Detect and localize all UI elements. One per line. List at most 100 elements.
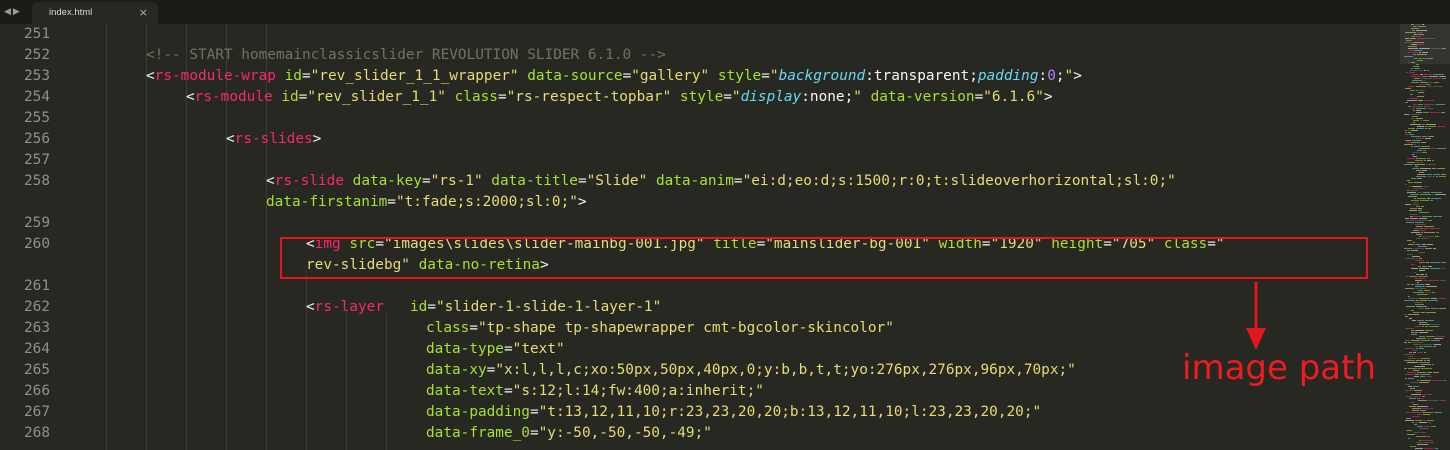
minimap-line — [1413, 122, 1415, 123]
minimap-line — [1432, 380, 1443, 381]
minimap-line — [1410, 190, 1418, 191]
minimap-line — [1428, 126, 1436, 127]
minimap-line — [1426, 286, 1437, 287]
minimap-line — [1408, 52, 1410, 53]
code-token: = — [622, 68, 632, 84]
code-token: ; — [1055, 68, 1065, 84]
minimap-line — [1407, 240, 1412, 241]
minimap-line — [1414, 216, 1421, 217]
code-token: < — [186, 89, 195, 105]
close-icon[interactable]: × — [139, 6, 148, 19]
minimap-line — [1411, 136, 1421, 137]
code-token: = — [733, 173, 743, 189]
minimap-line — [1410, 38, 1416, 39]
code-token: 0 — [1047, 68, 1056, 84]
minimap-line — [1419, 48, 1430, 49]
minimap-line — [1409, 98, 1418, 99]
minimap-line — [1408, 378, 1414, 379]
code-token: data-anim — [655, 173, 734, 189]
code-token: = — [503, 341, 513, 357]
minimap-line — [1421, 232, 1423, 233]
code-token: : — [1038, 68, 1048, 84]
minimap-line — [1414, 34, 1417, 35]
minimap-line — [1419, 90, 1425, 91]
line-number: 264 — [24, 341, 50, 357]
minimap-line — [1423, 420, 1426, 421]
minimap-line — [1433, 174, 1440, 175]
minimap-line — [1413, 152, 1418, 153]
minimap-line — [1427, 160, 1431, 161]
code-token: data-text — [426, 383, 504, 399]
minimap-line — [1407, 434, 1415, 435]
minimap-line — [1404, 300, 1415, 301]
minimap-line — [1417, 126, 1424, 127]
minimap-line — [1422, 136, 1427, 137]
code-token: < — [266, 173, 275, 189]
minimap-line — [1426, 262, 1429, 263]
minimap-line — [1416, 338, 1426, 339]
minimap-line — [1413, 292, 1424, 293]
code-line: data-type="text" — [426, 339, 565, 360]
line-number: 261 — [24, 278, 50, 294]
code-token: padding — [977, 68, 1039, 84]
minimap-line — [1416, 442, 1422, 443]
code-token: = — [421, 173, 431, 189]
line-number: 262 — [24, 299, 50, 315]
minimap-line — [1407, 162, 1415, 163]
code-token: "t:fade;s:2000;sl:0;" — [395, 194, 578, 210]
minimap-line — [1415, 166, 1418, 167]
minimap-line — [1414, 366, 1425, 367]
minimap-line — [1423, 280, 1427, 281]
minimap-line — [1426, 336, 1435, 337]
minimap-line — [1433, 216, 1442, 217]
minimap[interactable] — [1400, 24, 1450, 450]
minimap-line — [1409, 276, 1417, 277]
code-token: rs-slide — [274, 173, 344, 189]
tab-index-html[interactable]: index.html × — [32, 2, 158, 24]
minimap-line — [1414, 424, 1417, 425]
code-token: > — [1043, 89, 1053, 105]
minimap-line — [1405, 102, 1408, 103]
minimap-line — [1427, 372, 1432, 373]
code-token: style — [717, 68, 762, 84]
minimap-line — [1416, 436, 1427, 437]
minimap-line — [1423, 442, 1434, 443]
minimap-line — [1417, 352, 1423, 353]
code-token: : — [801, 89, 810, 105]
minimap-line — [1431, 48, 1440, 49]
minimap-line — [1416, 300, 1419, 301]
minimap-line — [1409, 398, 1416, 399]
minimap-line — [1440, 400, 1446, 401]
minimap-line — [1423, 112, 1429, 113]
minimap-line — [1423, 414, 1430, 415]
minimap-line — [1422, 152, 1427, 153]
minimap-line — [1414, 278, 1425, 279]
minimap-line — [1424, 70, 1426, 71]
minimap-line — [1413, 156, 1417, 157]
minimap-line — [1428, 280, 1439, 281]
minimap-line — [1431, 298, 1437, 299]
previous-tab-icon[interactable]: ◀ — [4, 7, 11, 17]
minimap-line — [1411, 310, 1414, 311]
minimap-line — [1424, 290, 1430, 291]
minimap-line — [1412, 36, 1415, 37]
minimap-line — [1421, 312, 1425, 313]
minimap-line — [1408, 196, 1417, 197]
minimap-line — [1430, 408, 1433, 409]
minimap-line — [1405, 390, 1413, 391]
code-token: " — [853, 89, 862, 105]
minimap-line — [1422, 408, 1429, 409]
minimap-line — [1404, 248, 1412, 249]
code-line: <rs-slide data-key="rs-1" data-title="Sl… — [266, 171, 1176, 192]
minimap-line — [1419, 262, 1425, 263]
code-token: "6.1.6" — [983, 89, 1044, 105]
minimap-line — [1439, 76, 1446, 77]
code-token: data-version — [870, 89, 975, 105]
minimap-line — [1432, 160, 1434, 161]
minimap-line — [1426, 58, 1433, 59]
minimap-line — [1409, 210, 1417, 211]
minimap-line — [1411, 330, 1414, 331]
minimap-line — [1419, 346, 1423, 347]
next-tab-icon[interactable]: ▶ — [13, 7, 20, 17]
minimap-line — [1426, 124, 1436, 125]
